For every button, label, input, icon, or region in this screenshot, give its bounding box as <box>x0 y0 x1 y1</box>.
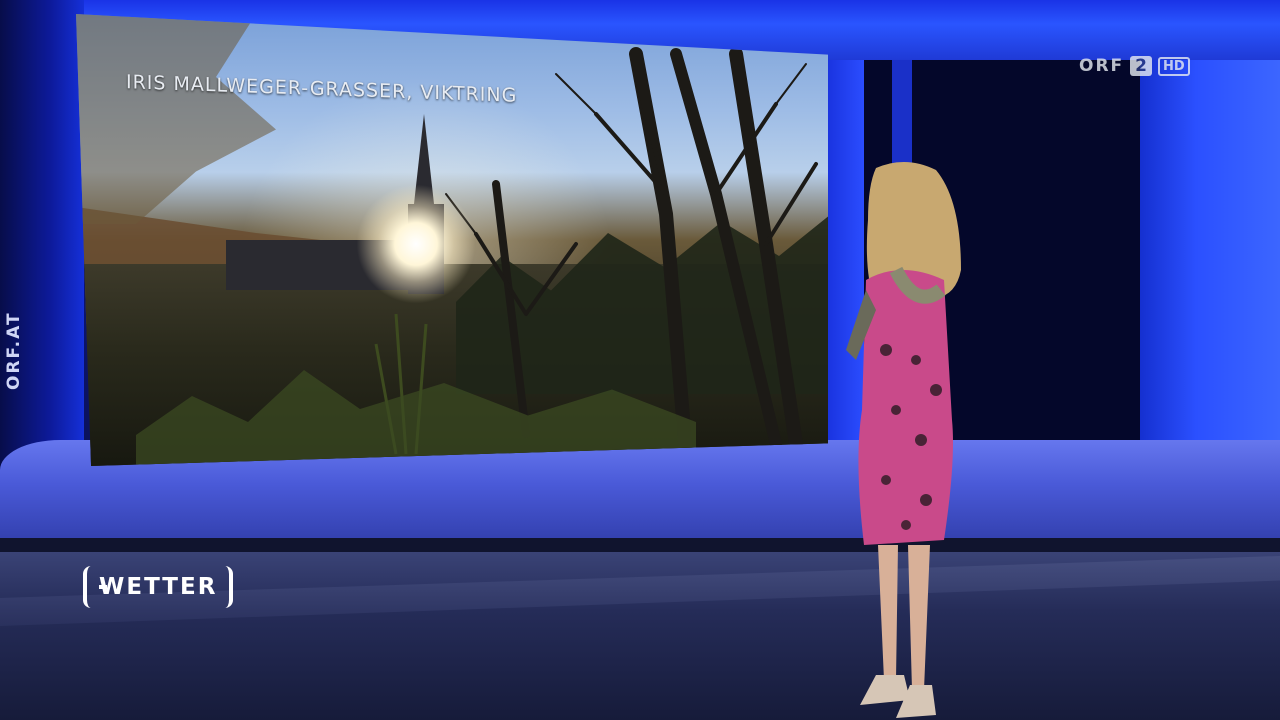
bare-trees <box>445 47 818 461</box>
hd-badge: HD <box>1158 56 1190 76</box>
sun <box>356 184 476 304</box>
studio-left-pillar <box>0 0 84 480</box>
video-wall-photo: IRIS MALLWEGER-GRASSER, VIKTRING <box>76 14 828 466</box>
presenter-shoes <box>860 675 936 718</box>
tv-broadcast-frame: IRIS MALLWEGER-GRASSER, VIKTRING ORF.AT … <box>0 0 1280 720</box>
weather-presenter <box>846 161 961 718</box>
channel-number: 2 <box>1130 56 1152 76</box>
orf-logo-text: ORF <box>1079 56 1125 76</box>
orf-at-url: ORF.AT <box>4 311 24 390</box>
studio-right-wall <box>1140 60 1280 440</box>
wetter-program-logo: WETTER <box>83 566 234 608</box>
wetter-label: WETTER <box>99 574 218 600</box>
presenter-legs <box>878 545 930 690</box>
orf2-hd-logo: ORF 2 HD <box>1079 52 1190 80</box>
